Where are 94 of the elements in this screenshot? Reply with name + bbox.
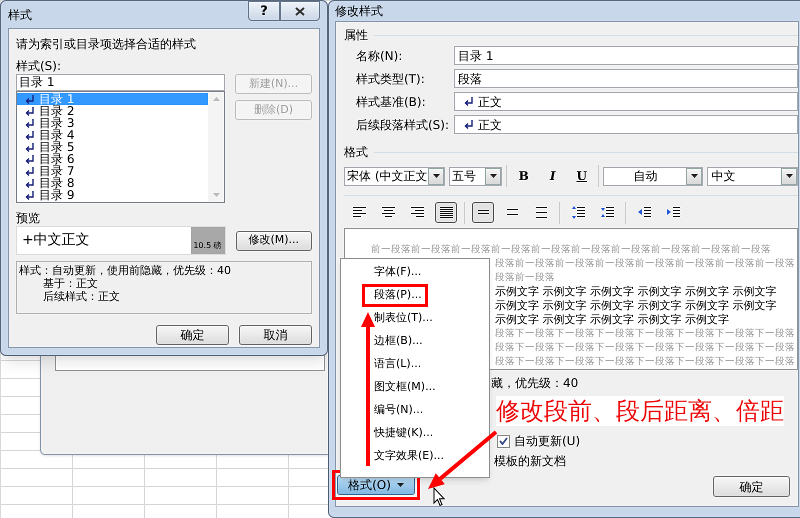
menu-item[interactable]: 快捷键(K)... [365, 425, 434, 442]
return-arrow-icon [464, 97, 474, 106]
style-list-item[interactable]: 目录 9 [17, 189, 208, 201]
preview-line: 前一段落前一段落前一段落前一段落前一段落前一段落前一段落前一段落前一段落前一段落 [371, 243, 771, 257]
style-list-item[interactable]: 目录 8 [17, 177, 208, 189]
style-list-item[interactable]: 目录 5 [17, 141, 208, 153]
text-field[interactable]: 目录 1 [454, 46, 798, 65]
style-name: 目录 9 [39, 189, 74, 201]
text-field[interactable]: 正文 [454, 92, 798, 111]
style-list-item[interactable]: 目录 3 [17, 117, 208, 129]
style-list-item[interactable]: 目录 4 [17, 129, 208, 141]
return-arrow-icon [25, 106, 35, 116]
caret-icon [396, 483, 404, 487]
field-label: 后续段落样式(S): [355, 116, 450, 134]
style-name: 目录 2 [39, 105, 74, 117]
preview-line: 段落下一段落下一段落下一段落下一段落下一段落下一段落下一段落 [495, 341, 795, 355]
preview-text: +中文正文 [21, 231, 91, 250]
help-button[interactable]: ? [248, 1, 280, 21]
style-name: 目录 3 [39, 117, 74, 129]
menu-item[interactable]: 段落(P)... [365, 287, 422, 304]
ok-button[interactable]: 确定 [156, 325, 229, 345]
instruction-text: 请为索引或目录项选择合适的样式 [16, 36, 197, 53]
modify-button[interactable]: 修改(M)... [236, 230, 312, 250]
menu-item[interactable]: 语言(L)... [365, 356, 422, 373]
ok-button[interactable]: 确定 [713, 476, 790, 497]
preview-line: 示例文字 示例文字 示例文字 示例文字 示例文字 示例文字 [495, 285, 776, 299]
field-label: 样式基准(B): [355, 94, 427, 110]
text-field[interactable]: 正文 [454, 115, 798, 134]
checkbox[interactable] [497, 434, 510, 448]
field-value: 正文 [478, 94, 502, 110]
section-heading: 属性 [344, 27, 368, 44]
return-arrow-icon [25, 154, 35, 164]
checkbox-label: 自动更新(U) [514, 433, 580, 450]
return-arrow-icon [25, 130, 35, 140]
field-value: 段落 [458, 70, 482, 88]
menu-item[interactable]: 字体(F)... [365, 264, 422, 281]
description-line: 后续样式：正文 [42, 290, 121, 303]
menu-item[interactable]: 图文框(M)... [365, 379, 436, 396]
close-icon [295, 6, 305, 16]
style-name: 目录 1 [39, 93, 74, 105]
section-heading: 格式 [344, 144, 368, 161]
style-name: 目录 6 [39, 153, 74, 165]
size-dropdown[interactable]: 五号 [449, 166, 502, 186]
field-label: 名称(N): [355, 48, 404, 64]
preview-line: 段落下一段落下一段落下一段落下一段落下一段落下一段落下一段落 [495, 355, 795, 369]
color-dropdown[interactable]: 自动 [603, 166, 704, 186]
preview-line: 段落前一段落 [495, 271, 555, 285]
field-label: 样式类型(T): [355, 70, 426, 88]
styles-label: 样式(S): [16, 58, 62, 74]
return-arrow-icon [25, 178, 35, 188]
style-name: 目录 8 [39, 177, 74, 189]
menu-item[interactable]: 编号(N)... [365, 402, 424, 419]
preview-line: 示例文字 示例文字 示例文字 示例文字 示例文字 [495, 313, 729, 327]
dialog-title: 样式 [8, 7, 32, 24]
style-name: 目录 5 [39, 141, 74, 153]
annotation-text: 修改段前、段后距离、倍距 [496, 396, 784, 426]
cancel-button[interactable]: 取消 [239, 325, 312, 345]
description-line: 样式：自动更新，使用前隐藏，优先级：40 [19, 264, 232, 277]
close-button[interactable] [280, 1, 320, 21]
style-list-item[interactable]: 目录 2 [17, 105, 208, 117]
preview-line: 段落前一段落前一段落前一段落前一段落前一段落前一段落前一段落 [495, 257, 795, 271]
return-arrow-icon [25, 166, 35, 176]
return-arrow-icon [464, 120, 474, 129]
description-line: 基于：正文 [42, 277, 99, 290]
return-arrow-icon [25, 142, 35, 152]
style-name-field[interactable]: 目录 1 [16, 74, 225, 91]
italic-button[interactable]: I [540, 167, 566, 185]
style-name: 目录 4 [39, 129, 74, 141]
menu-item[interactable]: 文字效果(E)... [365, 448, 444, 465]
style-list-item[interactable]: 目录 6 [17, 153, 208, 165]
menu-item[interactable]: 边框(B)... [365, 333, 423, 350]
return-arrow-icon [25, 94, 35, 104]
preview-line: 段落下一段落下一段落下一段落下一段落下一段落下一段落下一段落 [495, 327, 795, 341]
style-name: 目录 7 [39, 165, 74, 177]
preview-label: 预览 [16, 210, 41, 226]
template-option-text: 模板的新文档 [494, 453, 566, 470]
style-description: 藏，优先级：40 [491, 375, 578, 392]
single-spacing-icon[interactable] [472, 202, 494, 223]
font-dropdown[interactable]: 宋体 (中文正文 [344, 166, 446, 186]
preview-line: 示例文字 示例文字 示例文字 示例文字 示例文字 示例文字 [495, 299, 776, 313]
bold-button[interactable]: B [511, 167, 536, 185]
style-list-item[interactable]: 目录 7 [17, 165, 208, 177]
dialog-title: 修改样式 [335, 3, 383, 20]
underline-button[interactable]: U [569, 167, 594, 185]
field-value: 目录 1 [458, 48, 494, 64]
text-field[interactable]: 段落 [454, 69, 798, 88]
field-value: 正文 [478, 116, 502, 134]
mouse-cursor-icon [433, 487, 445, 507]
justify-icon[interactable] [435, 202, 457, 223]
menu-item[interactable]: 制表位(T)... [365, 310, 433, 327]
return-arrow-icon [25, 118, 35, 128]
return-arrow-icon [25, 190, 35, 200]
script-dropdown[interactable]: 中文 [707, 166, 798, 186]
font-size-label: 10.5 磅 [190, 227, 225, 254]
